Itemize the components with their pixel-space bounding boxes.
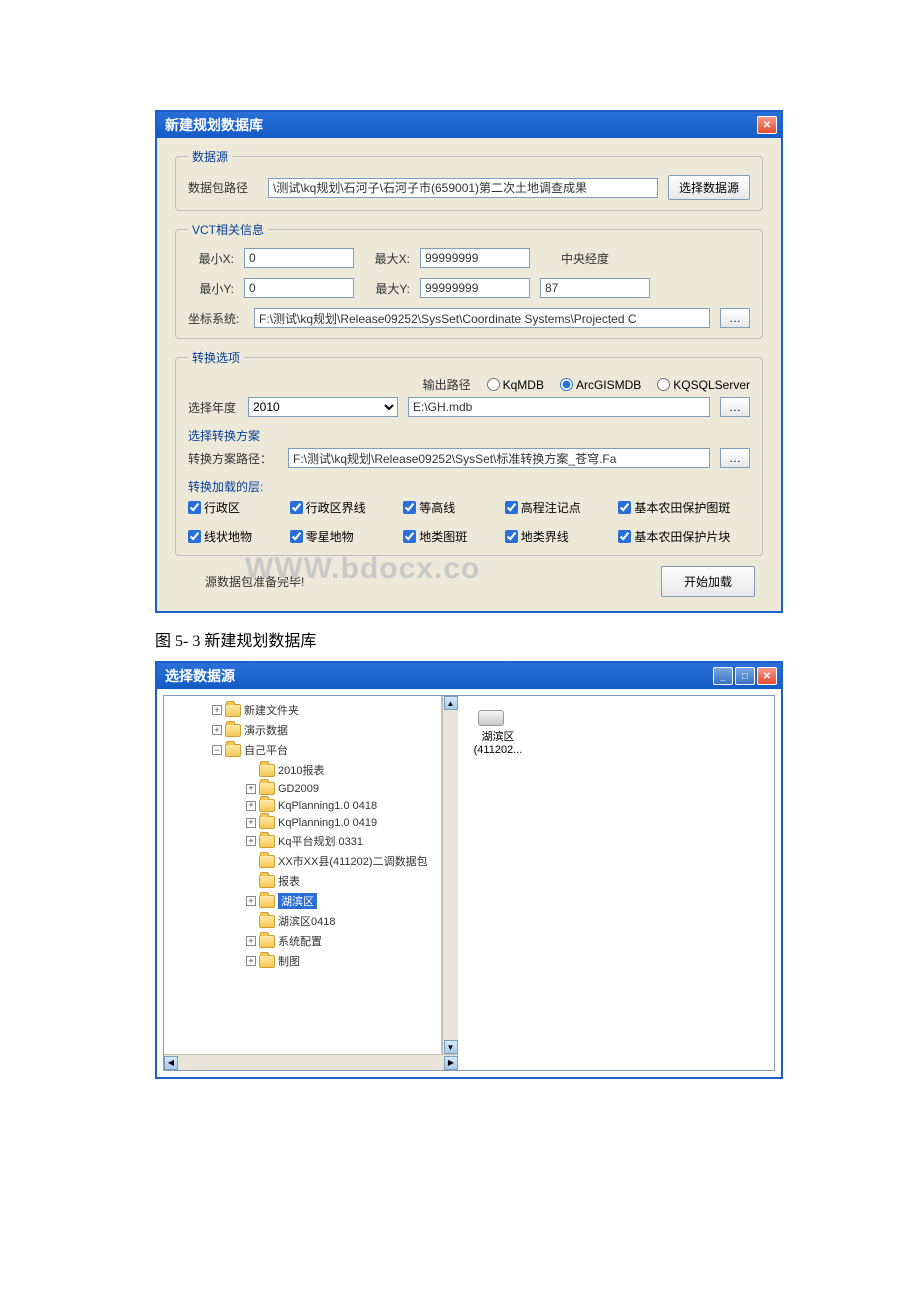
tree-item: +Kq平台规划 0331 <box>246 831 441 851</box>
detail-item-label[interactable]: 湖滨区 (411202... <box>468 728 528 756</box>
maxx-label: 最大X: <box>364 250 410 267</box>
layer-check[interactable]: 地类图斑 <box>403 528 487 545</box>
folder-icon <box>259 799 275 812</box>
maximize-icon[interactable]: □ <box>735 667 755 685</box>
vertical-scrollbar[interactable]: ▲ ▼ <box>442 696 458 1054</box>
tree-item: +制图 <box>246 951 441 971</box>
scroll-up-icon[interactable]: ▲ <box>444 696 458 710</box>
minx-label: 最小X: <box>188 250 234 267</box>
browse-scheme-button[interactable]: … <box>720 448 750 468</box>
tree-item: −自己平台 <box>212 740 441 760</box>
scheme-label: 转换方案路径： <box>188 450 278 467</box>
folder-icon <box>225 724 241 737</box>
maxy-label: 最大Y: <box>364 280 410 297</box>
close-icon[interactable]: ✕ <box>757 667 777 685</box>
datasource-legend: 数据源 <box>188 148 232 165</box>
central-label: 中央经度 <box>540 250 630 267</box>
tree-item: +KqPlanning1.0 0418 <box>246 797 441 814</box>
minimize-icon[interactable]: _ <box>713 667 733 685</box>
close-icon[interactable]: ✕ <box>757 116 777 134</box>
year-label: 选择年度 <box>188 399 238 416</box>
folder-icon <box>259 915 275 928</box>
vct-legend: VCT相关信息 <box>188 221 268 238</box>
year-select[interactable]: 2010 <box>248 397 398 417</box>
miny-input[interactable] <box>244 278 354 298</box>
titlebar[interactable]: 新建规划数据库 ✕ <box>157 112 781 138</box>
folder-icon <box>259 816 275 829</box>
convert-group: 转换选项 x 输出路径 KqMDB ArcGISMDB KQSQLServer … <box>175 349 763 556</box>
coord-input[interactable] <box>254 308 710 328</box>
scroll-left-icon[interactable]: ◀ <box>164 1056 178 1070</box>
layer-check[interactable]: 行政区界线 <box>290 499 386 516</box>
tree-item: 报表 <box>246 871 441 891</box>
tree-item: XX市XX县(411202)二调数据包 <box>246 851 441 871</box>
horizontal-scrollbar[interactable]: ◀ ▶ <box>164 1054 458 1070</box>
tree-item: +GD2009 <box>246 780 441 797</box>
layer-check[interactable]: 基本农田保护图斑 <box>618 499 750 516</box>
miny-label: 最小Y: <box>188 280 234 297</box>
folder-icon <box>259 875 275 888</box>
minx-input[interactable] <box>244 248 354 268</box>
folder-icon <box>225 704 241 717</box>
folder-icon <box>259 764 275 777</box>
folder-icon <box>225 744 241 757</box>
figure-caption: 图 5- 3 新建规划数据库 <box>155 627 765 651</box>
folder-icon <box>259 895 275 908</box>
select-source-dialog: 选择数据源 _ □ ✕ +新建文件夹 +演示数据 −自己平台 <box>155 661 783 1079</box>
folder-icon <box>259 855 275 868</box>
tree-item: +湖滨区 <box>246 891 441 911</box>
scheme-input[interactable] <box>288 448 710 468</box>
select-source-button[interactable]: 选择数据源 <box>668 175 750 200</box>
layers-legend: 转换加载的层: <box>188 478 750 495</box>
datasource-group: 数据源 数据包路径 选择数据源 <box>175 148 763 211</box>
folder-icon <box>259 782 275 795</box>
browse-output-button[interactable]: … <box>720 397 750 417</box>
maxy-input[interactable] <box>420 278 530 298</box>
coord-label: 坐标系统: <box>188 310 244 327</box>
radio-arcgismdb[interactable]: ArcGISMDB <box>560 378 641 392</box>
central-input[interactable] <box>540 278 650 298</box>
status-text: 源数据包准备完毕! <box>205 573 304 590</box>
detail-pane: 湖滨区 (411202... <box>458 696 774 1070</box>
tree-item: 湖滨区0418 <box>246 911 441 931</box>
folder-icon <box>259 955 275 968</box>
radio-kqmdb[interactable]: KqMDB <box>487 378 544 392</box>
layer-check[interactable]: 高程注记点 <box>505 499 601 516</box>
path-label: 数据包路径 <box>188 179 258 196</box>
maxx-input[interactable] <box>420 248 530 268</box>
convert-legend: 转换选项 <box>188 349 244 366</box>
layer-check[interactable]: 基本农田保护片块 <box>618 528 750 545</box>
tree-item: 2010报表 <box>246 760 441 780</box>
window-title: 新建规划数据库 <box>165 115 263 135</box>
tree-item: +演示数据 <box>212 720 441 740</box>
start-load-button[interactable]: 开始加载 <box>661 566 755 597</box>
path-input[interactable] <box>268 178 658 198</box>
layer-check[interactable]: 地类界线 <box>505 528 601 545</box>
layer-check[interactable]: 零星地物 <box>290 528 386 545</box>
folder-tree[interactable]: +新建文件夹 +演示数据 −自己平台 2010报表 +GD2009 +KqPla… <box>164 696 442 1054</box>
browse-coord-button[interactable]: … <box>720 308 750 328</box>
layer-check[interactable]: 行政区 <box>188 499 272 516</box>
layer-check[interactable]: 线状地物 <box>188 528 272 545</box>
scheme-legend: 选择转换方案 <box>188 427 750 444</box>
vct-group: VCT相关信息 最小X: 最大X: 中央经度 最小Y: 最大Y: 坐标系统: <box>175 221 763 339</box>
titlebar-2[interactable]: 选择数据源 _ □ ✕ <box>157 663 781 689</box>
scroll-right-icon[interactable]: ▶ <box>444 1056 458 1070</box>
layers-grid: 行政区 行政区界线 等高线 高程注记点 基本农田保护图斑 线状地物 零星地物 地… <box>188 499 750 545</box>
radio-kqsqlserver[interactable]: KQSQLServer <box>657 378 750 392</box>
folder-icon <box>259 935 275 948</box>
scroll-down-icon[interactable]: ▼ <box>444 1040 458 1054</box>
window-title-2: 选择数据源 <box>165 666 235 686</box>
tree-item: +系统配置 <box>246 931 441 951</box>
layer-check[interactable]: 等高线 <box>403 499 487 516</box>
tree-item: +新建文件夹 <box>212 700 441 720</box>
folder-icon <box>259 835 275 848</box>
output-path-label: 输出路径 <box>423 376 471 393</box>
output-path-input[interactable] <box>408 397 710 417</box>
new-plan-db-dialog: 新建规划数据库 ✕ 数据源 数据包路径 选择数据源 VCT相关信息 最小X: 最 <box>155 110 783 613</box>
drive-icon[interactable] <box>478 710 504 726</box>
tree-item: +KqPlanning1.0 0419 <box>246 814 441 831</box>
